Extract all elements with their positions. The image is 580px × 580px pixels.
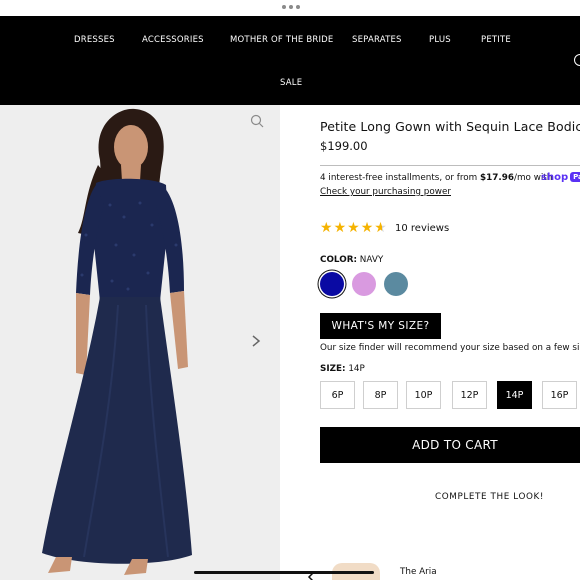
size-option-6p[interactable]: 6P [320,381,355,409]
star-icon: ★ [347,220,360,236]
nav-item-accessories[interactable]: ACCESSORIES [142,35,204,45]
installments-amount: $17.96 [480,173,514,183]
product-price: $199.00 [320,139,368,153]
size-label-key: SIZE: [320,364,346,374]
whats-my-size-button[interactable]: WHAT'S MY SIZE? [320,313,441,339]
installments-prefix: 4 interest-free installments, or from [320,173,481,183]
size-value: 14P [348,364,365,374]
more-options-icon[interactable] [282,5,300,9]
rating-stars[interactable]: ★ ★ ★ ★ ★ [320,221,387,235]
main-navigation: DRESSES ACCESSORIES MOTHER OF THE BRIDE … [0,16,580,105]
chevron-right-icon[interactable] [250,333,262,352]
reviews-link[interactable]: 10 reviews [395,223,449,234]
divider [320,165,580,166]
nav-item-separates[interactable]: SEPARATES [352,35,402,45]
shop-logo-text: shop [541,172,569,183]
size-label: SIZE: 14P [320,364,365,374]
check-purchasing-power-link[interactable]: Check your purchasing power [320,187,451,197]
star-icon: ★ [320,220,333,236]
zoom-icon[interactable] [250,113,264,132]
size-option-10p[interactable]: 10P [406,381,441,409]
color-label: COLOR: NAVY [320,255,383,265]
installments-text: 4 interest-free installments, or from $1… [320,173,552,183]
top-handle-bar [0,0,580,16]
product-image-gallery[interactable] [0,105,280,580]
size-option-12p[interactable]: 12P [452,381,487,409]
star-icon: ★ [360,220,374,236]
shop-pay-logo[interactable]: shopPay [541,172,580,183]
complete-the-look-heading: COMPLETE THE LOOK! [435,492,545,502]
nav-item-dresses[interactable]: DRESSES [74,35,115,45]
color-value: NAVY [359,255,384,265]
swatch-teal[interactable] [384,272,408,296]
home-indicator-bar[interactable] [194,571,374,574]
shop-pay-chip: Pay [570,172,580,182]
product-photo [42,108,192,575]
size-option-14p[interactable]: 14P [497,381,532,409]
nav-item-plus[interactable]: PLUS [429,35,451,45]
size-option-16p[interactable]: 16P [542,381,577,409]
nav-item-sale[interactable]: SALE [280,78,302,88]
product-details: Petite Long Gown with Sequin Lace Bodice… [320,105,580,580]
product-title: Petite Long Gown with Sequin Lace Bodice… [320,119,580,134]
size-option-8p[interactable]: 8P [363,381,398,409]
add-to-cart-button[interactable]: ADD TO CART [320,427,580,463]
related-item-name[interactable]: The Aria [400,567,437,577]
nav-item-mother-of-the-bride[interactable]: MOTHER OF THE BRIDE [230,35,333,45]
swatch-navy[interactable] [320,272,344,296]
color-label-key: COLOR: [320,255,357,265]
swatch-pink[interactable] [352,272,376,296]
size-finder-text: Our size finder will recommend your size… [320,343,580,353]
star-icon: ★ [333,220,347,236]
half-star-icon: ★ [374,220,387,236]
search-icon[interactable] [574,54,580,66]
nav-item-petite[interactable]: PETITE [481,35,511,45]
